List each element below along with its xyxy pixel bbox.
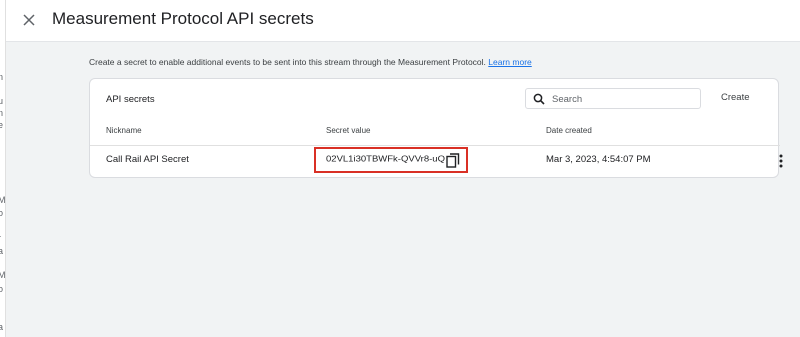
card-title: API secrets [106, 94, 155, 105]
description-text: Create a secret to enable additional eve… [89, 57, 532, 67]
description-body: Create a secret to enable additional eve… [89, 57, 486, 67]
close-icon[interactable] [20, 11, 38, 29]
bg-fragment: e [0, 120, 3, 130]
api-secrets-panel: Measurement Protocol API secrets Create … [6, 0, 800, 337]
bg-fragment: n [0, 108, 3, 118]
column-header-secret-value[interactable]: Secret value [326, 126, 370, 135]
nickname-cell: Call Rail API Secret [106, 154, 189, 165]
page-title: Measurement Protocol API secrets [52, 9, 314, 28]
bg-fragment: u [0, 96, 3, 106]
more-vert-icon[interactable] [776, 153, 786, 169]
bg-fragment: n [0, 72, 3, 82]
search-box[interactable] [525, 88, 701, 109]
create-button[interactable]: Create [721, 92, 750, 103]
search-input[interactable] [552, 92, 696, 106]
api-secrets-card: API secrets Create Nickname Secret value… [89, 78, 783, 178]
column-header-nickname[interactable]: Nickname [106, 126, 142, 135]
search-icon [533, 93, 545, 105]
bg-fragment: M [0, 270, 5, 280]
bg-fragment: a [0, 246, 3, 256]
bg-fragment: o [0, 208, 3, 218]
learn-more-link[interactable]: Learn more [488, 57, 531, 67]
copy-icon[interactable] [446, 153, 460, 168]
bg-fragment: o [0, 284, 3, 294]
bg-fragment: M [0, 195, 5, 205]
panel-header: Measurement Protocol API secrets [6, 0, 800, 42]
bg-fragment: a [0, 322, 3, 332]
secret-value-highlight: 02VL1i30TBWFk-QVVr8-uQ [314, 147, 468, 173]
column-header-date-created[interactable]: Date created [546, 126, 592, 135]
bg-fragment: r [0, 233, 1, 243]
date-created-cell: Mar 3, 2023, 4:54:07 PM [546, 154, 651, 165]
secret-value-cell: 02VL1i30TBWFk-QVVr8-uQ [326, 154, 445, 165]
row-divider [90, 145, 780, 146]
